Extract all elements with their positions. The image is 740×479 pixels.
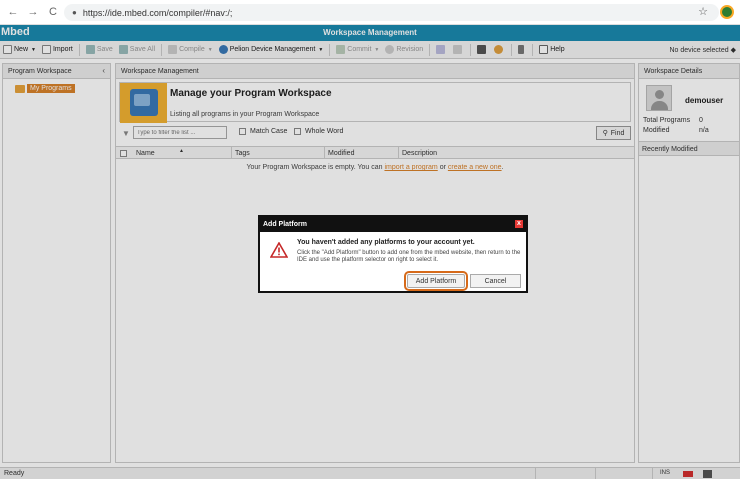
bookmark-star-icon[interactable]: ☆ bbox=[698, 5, 708, 18]
lock-icon: ● bbox=[72, 8, 77, 17]
dialog-body: Click the "Add Platform" button to add o… bbox=[297, 250, 521, 263]
add-platform-dialog: Add Platform x You haven't added any pla… bbox=[258, 215, 528, 293]
browser-bar: ← → C ● https://ide.mbed.com/compiler/#n… bbox=[0, 0, 740, 25]
forward-icon[interactable]: → bbox=[26, 5, 40, 19]
warning-icon bbox=[270, 242, 288, 258]
close-icon[interactable]: x bbox=[515, 220, 523, 228]
dialog-heading: You haven't added any platforms to your … bbox=[297, 239, 475, 246]
extension-icon[interactable] bbox=[720, 5, 734, 19]
dialog-title: Add Platform bbox=[263, 221, 307, 228]
back-icon[interactable]: ← bbox=[6, 5, 20, 19]
dialog-titlebar: Add Platform x bbox=[260, 217, 526, 232]
reload-icon[interactable]: C bbox=[46, 5, 60, 19]
url-text[interactable]: https://ide.mbed.com/compiler/#nav:/; bbox=[83, 8, 233, 18]
cancel-button[interactable]: Cancel bbox=[470, 274, 521, 288]
add-platform-button[interactable]: Add Platform bbox=[404, 271, 468, 291]
address-bar[interactable]: ● https://ide.mbed.com/compiler/#nav:/; bbox=[64, 4, 719, 21]
